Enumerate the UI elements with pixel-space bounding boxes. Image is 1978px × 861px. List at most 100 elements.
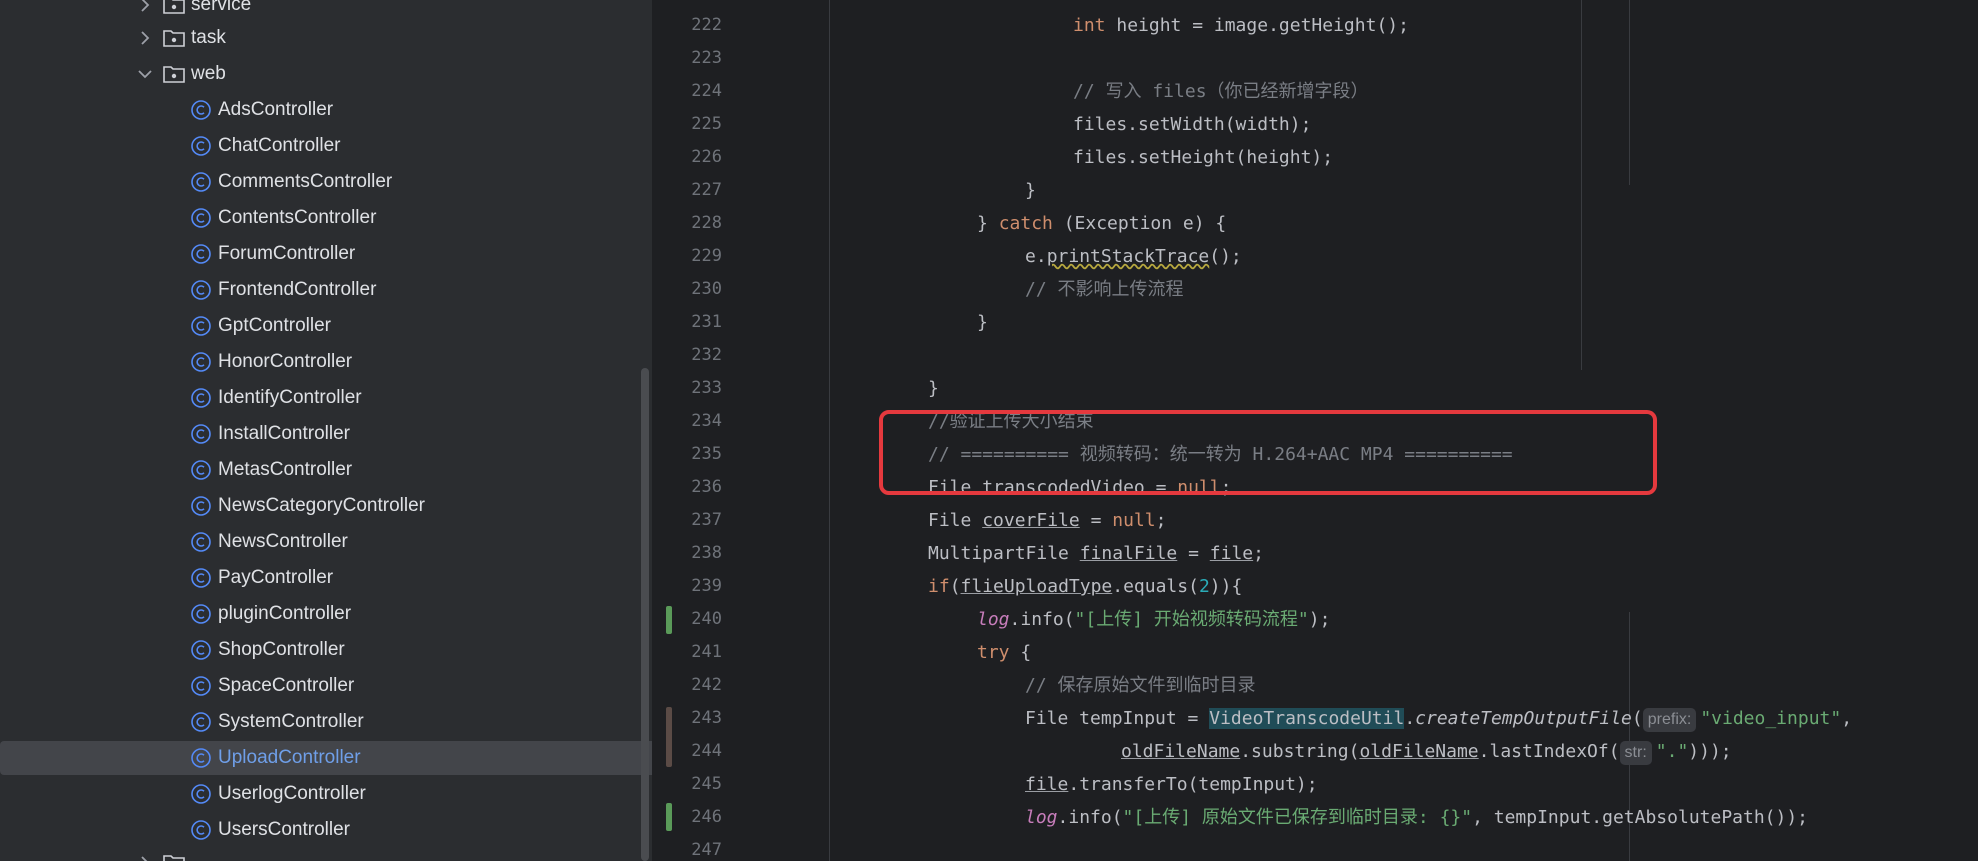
- code-line-226[interactable]: files.setHeight(height);: [1073, 141, 1333, 174]
- code-line-243[interactable]: File tempInput = VideoTranscodeUtil.crea…: [1025, 702, 1852, 735]
- tree-item-uploadcontroller[interactable]: UploadController: [0, 741, 652, 775]
- line-number[interactable]: 243: [654, 702, 722, 735]
- tree-item-label: SpaceController: [218, 675, 355, 696]
- tree-item-forumcontroller[interactable]: ForumController: [0, 237, 652, 271]
- code-text: );: [1308, 609, 1331, 630]
- java-class-icon: [191, 748, 211, 768]
- line-number[interactable]: 224: [654, 75, 722, 108]
- annotation-highlight-box: [879, 410, 1657, 495]
- code-line-231[interactable]: }: [977, 306, 988, 339]
- line-number[interactable]: 223: [654, 42, 722, 75]
- tree-item-adscontroller[interactable]: AdsController: [0, 93, 652, 127]
- code-line-222[interactable]: int height = image.getHeight();: [1073, 9, 1409, 42]
- line-number[interactable]: 226: [654, 141, 722, 174]
- chevron-down-icon[interactable]: [136, 65, 154, 83]
- line-number[interactable]: 225: [654, 108, 722, 141]
- code-line-230[interactable]: // 不影响上传流程: [1025, 273, 1184, 306]
- tree-item-newscontroller[interactable]: NewsController: [0, 525, 652, 559]
- line-number[interactable]: 230: [654, 273, 722, 306]
- code-line-239[interactable]: if(flieUploadType.equals(2)){: [928, 570, 1242, 603]
- tree-item-systemcontroller[interactable]: SystemController: [0, 705, 652, 739]
- java-class-icon: [191, 352, 211, 372]
- line-number[interactable]: 247: [654, 834, 722, 861]
- line-number[interactable]: 237: [654, 504, 722, 537]
- tree-item-spacecontroller[interactable]: SpaceController: [0, 669, 652, 703]
- tree-item-contentscontroller[interactable]: ContentsController: [0, 201, 652, 235]
- tree-item-userscontroller[interactable]: UsersController: [0, 813, 652, 847]
- code-line-238[interactable]: MultipartFile finalFile = file;: [928, 537, 1264, 570]
- java-class-icon: [191, 136, 211, 156]
- tree-item-label: MetasController: [218, 459, 353, 480]
- code-text: e.: [1025, 246, 1047, 267]
- code-line-229[interactable]: e.printStackTrace();: [1025, 240, 1242, 273]
- method-warning[interactable]: printStackTrace: [1047, 246, 1210, 267]
- code-line-242[interactable]: // 保存原始文件到临时目录: [1025, 669, 1256, 702]
- line-number[interactable]: 241: [654, 636, 722, 669]
- code-line-225[interactable]: files.setWidth(width);: [1073, 108, 1311, 141]
- code-text: ,: [1841, 708, 1853, 729]
- package-folder-icon: [163, 0, 185, 14]
- tree-item-commentscontroller[interactable]: CommentsController: [0, 165, 652, 199]
- code-line-227[interactable]: }: [1025, 174, 1036, 207]
- chevron-right-icon[interactable]: [136, 0, 154, 14]
- tree-folder-web[interactable]: web: [0, 57, 652, 91]
- tree-item-label: CommentsController: [218, 171, 393, 192]
- modified-line-marker[interactable]: [666, 707, 672, 767]
- tree-item-honorcontroller[interactable]: HonorController: [0, 345, 652, 379]
- line-number[interactable]: 246: [654, 801, 722, 834]
- tree-item-newscategorycontroller[interactable]: NewsCategoryController: [0, 489, 652, 523]
- tree-folder-task[interactable]: task: [0, 21, 652, 55]
- line-number[interactable]: 245: [654, 768, 722, 801]
- line-number[interactable]: 227: [654, 174, 722, 207]
- line-number[interactable]: 235: [654, 438, 722, 471]
- tree-item-metascontroller[interactable]: MetasController: [0, 453, 652, 487]
- code-line-224[interactable]: // 写入 files（你已经新增字段）: [1073, 75, 1369, 108]
- sidebar-scrollbar[interactable]: [641, 368, 649, 861]
- tree-item-identifycontroller[interactable]: IdentifyController: [0, 381, 652, 415]
- keyword: try: [977, 642, 1010, 663]
- tree-item-userlogcontroller[interactable]: UserlogController: [0, 777, 652, 811]
- code-line-237[interactable]: File coverFile = null;: [928, 504, 1166, 537]
- added-line-marker[interactable]: [666, 803, 672, 831]
- code-line-233[interactable]: }: [928, 372, 939, 405]
- line-number[interactable]: 236: [654, 471, 722, 504]
- code-text: =: [1079, 510, 1113, 531]
- tree-item-frontendcontroller[interactable]: FrontendController: [0, 273, 652, 307]
- string-literal: "[上传] 原始文件已保存到临时目录: {}": [1122, 807, 1473, 828]
- tree-folder-partial[interactable]: [0, 846, 652, 861]
- variable: oldFileName: [1359, 741, 1479, 762]
- line-number[interactable]: 239: [654, 570, 722, 603]
- code-line-241[interactable]: try {: [977, 636, 1031, 669]
- line-number[interactable]: 240: [654, 603, 722, 636]
- tree-item-gptcontroller[interactable]: GptController: [0, 309, 652, 343]
- line-number[interactable]: 232: [654, 339, 722, 372]
- tree-folder-service[interactable]: service: [0, 0, 652, 22]
- code-text: .info(: [1009, 609, 1075, 630]
- tree-item-paycontroller[interactable]: PayController: [0, 561, 652, 595]
- code-line-245[interactable]: file.transferTo(tempInput);: [1025, 768, 1318, 801]
- line-number[interactable]: 229: [654, 240, 722, 273]
- code-line-240[interactable]: log.info("[上传] 开始视频转码流程");: [977, 603, 1330, 636]
- line-number[interactable]: 242: [654, 669, 722, 702]
- line-number[interactable]: 233: [654, 372, 722, 405]
- tree-item-label: PayController: [218, 567, 334, 588]
- chevron-right-icon[interactable]: [136, 29, 154, 47]
- tree-item-label: ContentsController: [218, 207, 377, 228]
- tree-item-installcontroller[interactable]: InstallController: [0, 417, 652, 451]
- java-class-icon: [191, 820, 211, 840]
- tree-item-shopcontroller[interactable]: ShopController: [0, 633, 652, 667]
- code-line-246[interactable]: log.info("[上传] 原始文件已保存到临时目录: {}", tempIn…: [1025, 801, 1808, 834]
- line-number[interactable]: 222: [654, 9, 722, 42]
- chevron-right-icon[interactable]: [136, 854, 154, 861]
- tree-item-plugincontroller[interactable]: pluginController: [0, 597, 652, 631]
- code-line-228[interactable]: } catch (Exception e) {: [977, 207, 1226, 240]
- added-line-marker[interactable]: [666, 606, 672, 634]
- line-number[interactable]: 231: [654, 306, 722, 339]
- line-number[interactable]: 238: [654, 537, 722, 570]
- line-number[interactable]: 234: [654, 405, 722, 438]
- java-class-icon: [191, 316, 211, 336]
- line-number[interactable]: 228: [654, 207, 722, 240]
- tree-item-chatcontroller[interactable]: ChatController: [0, 129, 652, 163]
- line-number[interactable]: 244: [654, 735, 722, 768]
- code-line-244[interactable]: oldFileName.substring(oldFileName.lastIn…: [1121, 735, 1732, 768]
